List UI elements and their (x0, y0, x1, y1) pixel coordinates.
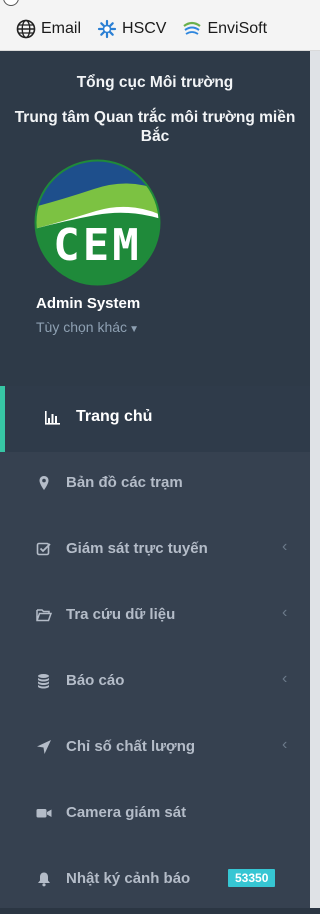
active-indicator (0, 386, 5, 452)
logo-text: CEM (53, 220, 142, 271)
user-name: Admin System (36, 295, 141, 312)
menu-item-giam-sat-truc-tuyen[interactable]: Giám sát trực tuyến ‹ (0, 518, 310, 584)
menu-label: Tra cứu dữ liệu (66, 606, 176, 623)
bookmark-envisoft[interactable]: EnviSoft (182, 19, 267, 39)
menu-item-ban-do-cac-tram[interactable]: Bản đồ các trạm (0, 452, 310, 518)
menu-item-tra-cuu-du-lieu[interactable]: Tra cứu dữ liệu ‹ (0, 584, 310, 650)
chevron-left-icon: ‹ (282, 670, 288, 687)
menu-label: Giám sát trực tuyến (66, 540, 208, 557)
video-camera-icon (36, 805, 52, 821)
map-marker-icon (36, 475, 52, 491)
center-name: Trung tâm Quan trắc môi trường miền Bắc (14, 109, 296, 145)
bookmark-label: Email (41, 20, 82, 37)
caret-down-icon: ▼ (129, 324, 139, 335)
page-content-edge (310, 51, 320, 908)
menu-item-bao-cao[interactable]: Báo cáo ‹ (0, 650, 310, 716)
browser-bookmarks-bar: Email HSCV EnviSoft (0, 0, 320, 51)
bookmark-email[interactable]: Email (16, 19, 81, 39)
envisoft-logo-icon (182, 19, 202, 39)
sidebar-profile: Tổng cục Môi trường Trung tâm Quan trắc … (0, 51, 310, 386)
chevron-left-icon: ‹ (282, 538, 288, 555)
menu-label: Trang chủ (76, 408, 153, 425)
bookmark-label: EnviSoft (207, 20, 268, 37)
alert-count-badge: 53350 (228, 869, 276, 887)
check-square-icon (36, 541, 52, 557)
menu-label: Báo cáo (66, 672, 125, 689)
location-arrow-icon (36, 739, 52, 755)
chevron-left-icon: ‹ (282, 604, 288, 621)
globe-icon (16, 19, 36, 39)
options-label: Tùy chọn khác (36, 319, 128, 335)
menu-label: Nhật ký cảnh báo (66, 870, 191, 887)
folder-open-icon (36, 607, 53, 623)
menu-item-trang-chu[interactable]: Trang chủ (0, 386, 310, 452)
bar-chart-icon (44, 409, 60, 425)
bookmark-label: HSCV (122, 20, 167, 37)
user-options-dropdown[interactable]: Tùy chọn khác ▼ (36, 319, 139, 335)
database-icon (36, 673, 52, 689)
menu-item-camera-giam-sat[interactable]: Camera giám sát (0, 782, 310, 848)
bookmark-hscv[interactable]: HSCV (97, 19, 166, 39)
menu-label: Chỉ số chất lượng (66, 738, 196, 755)
hscv-logo-icon (97, 19, 117, 39)
org-name: Tổng cục Môi trường (76, 74, 234, 91)
browser-button-icon[interactable] (3, 0, 19, 6)
sidebar: Tổng cục Môi trường Trung tâm Quan trắc … (0, 51, 310, 908)
chevron-left-icon: ‹ (282, 736, 288, 753)
menu-label: Camera giám sát (66, 804, 187, 821)
bookmarks-list: Email HSCV EnviSoft (16, 18, 283, 40)
cem-logo: CEM (34, 159, 161, 286)
menu-item-chi-so-chat-luong[interactable]: Chỉ số chất lượng ‹ (0, 716, 310, 782)
menu-label: Bản đồ các trạm (66, 474, 183, 491)
menu-item-nhat-ky-canh-bao[interactable]: Nhật ký cảnh báo 53350 (0, 848, 310, 914)
bell-icon (36, 871, 52, 887)
